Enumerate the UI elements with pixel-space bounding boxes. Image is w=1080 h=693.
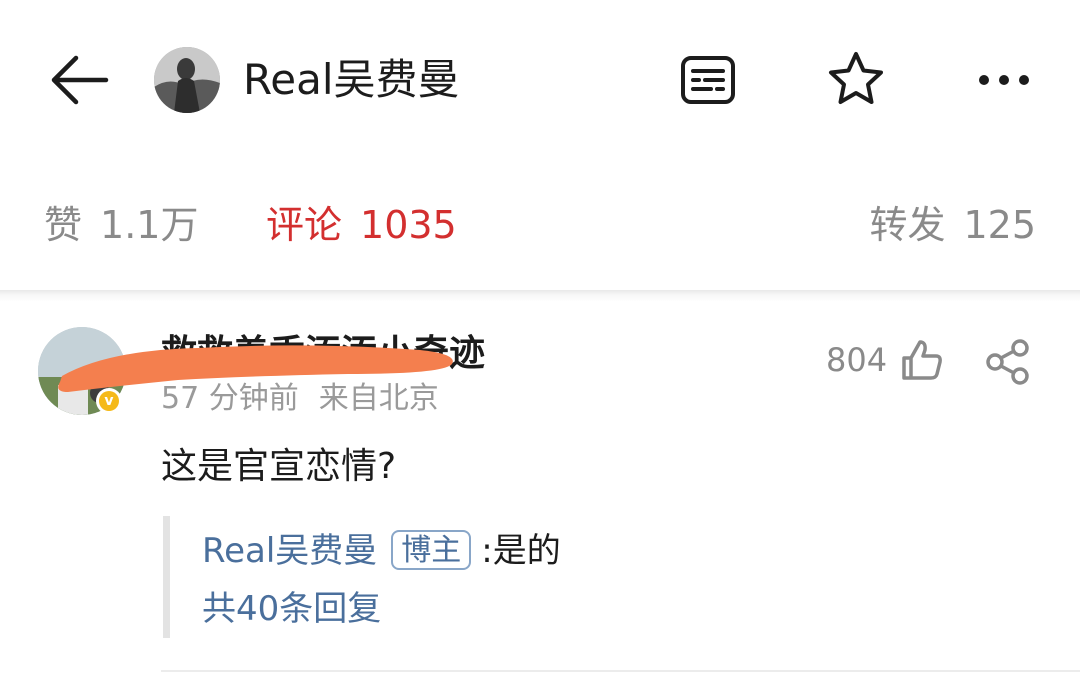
star-icon[interactable] bbox=[826, 50, 886, 108]
comment-divider bbox=[161, 670, 1080, 672]
comment-like-count: 804 bbox=[826, 341, 888, 379]
reply-author[interactable]: Real吴费曼 bbox=[202, 531, 377, 571]
likes-count: 1.1万 bbox=[100, 203, 199, 247]
reply-preview[interactable]: Real吴费曼 博主:是的 共40条回复 bbox=[163, 516, 1030, 638]
top-bar: Real吴费曼 bbox=[0, 0, 1080, 160]
reply-line: Real吴费曼 博主:是的 bbox=[202, 528, 561, 574]
likes-label: 赞 bbox=[44, 203, 83, 247]
tab-likes[interactable]: 赞 1.1万 bbox=[44, 200, 198, 250]
tab-comments[interactable]: 评论 1035 bbox=[266, 200, 457, 250]
more-icon[interactable] bbox=[974, 66, 1034, 94]
note-icon[interactable] bbox=[679, 54, 737, 106]
comments-label: 评论 bbox=[266, 203, 343, 247]
share-icon[interactable] bbox=[984, 338, 1032, 386]
back-arrow-icon[interactable] bbox=[46, 52, 110, 108]
avatar-image bbox=[154, 47, 220, 113]
thumbs-up-icon[interactable] bbox=[900, 338, 944, 382]
blogger-badge: 博主 bbox=[391, 530, 472, 570]
commenter-name[interactable]: 救救羞香添添小奇迹 bbox=[161, 330, 485, 378]
blogger-avatar[interactable] bbox=[154, 47, 220, 113]
stats-tabs: 赞 1.1万 评论 1035 转发 125 bbox=[0, 160, 1080, 290]
comments-count: 1035 bbox=[360, 203, 457, 247]
comment-text: 这是官宣恋情? bbox=[161, 446, 397, 487]
section-divider bbox=[0, 290, 1080, 302]
reposts-label: 转发 bbox=[869, 203, 946, 247]
tab-reposts[interactable]: 转发 125 bbox=[869, 200, 1036, 250]
comment-time: 57 分钟前 bbox=[161, 381, 299, 416]
comment-location: 来自北京 bbox=[318, 381, 439, 416]
reply-separator: : bbox=[481, 531, 493, 571]
comment-meta: 57 分钟前 来自北京 bbox=[161, 378, 439, 420]
reposts-count: 125 bbox=[963, 203, 1036, 247]
verified-badge-icon: v bbox=[96, 388, 122, 414]
reply-text: 是的 bbox=[492, 531, 561, 571]
view-all-replies-link[interactable]: 共40条回复 bbox=[202, 586, 381, 632]
page-title[interactable]: Real吴费曼 bbox=[243, 52, 460, 108]
